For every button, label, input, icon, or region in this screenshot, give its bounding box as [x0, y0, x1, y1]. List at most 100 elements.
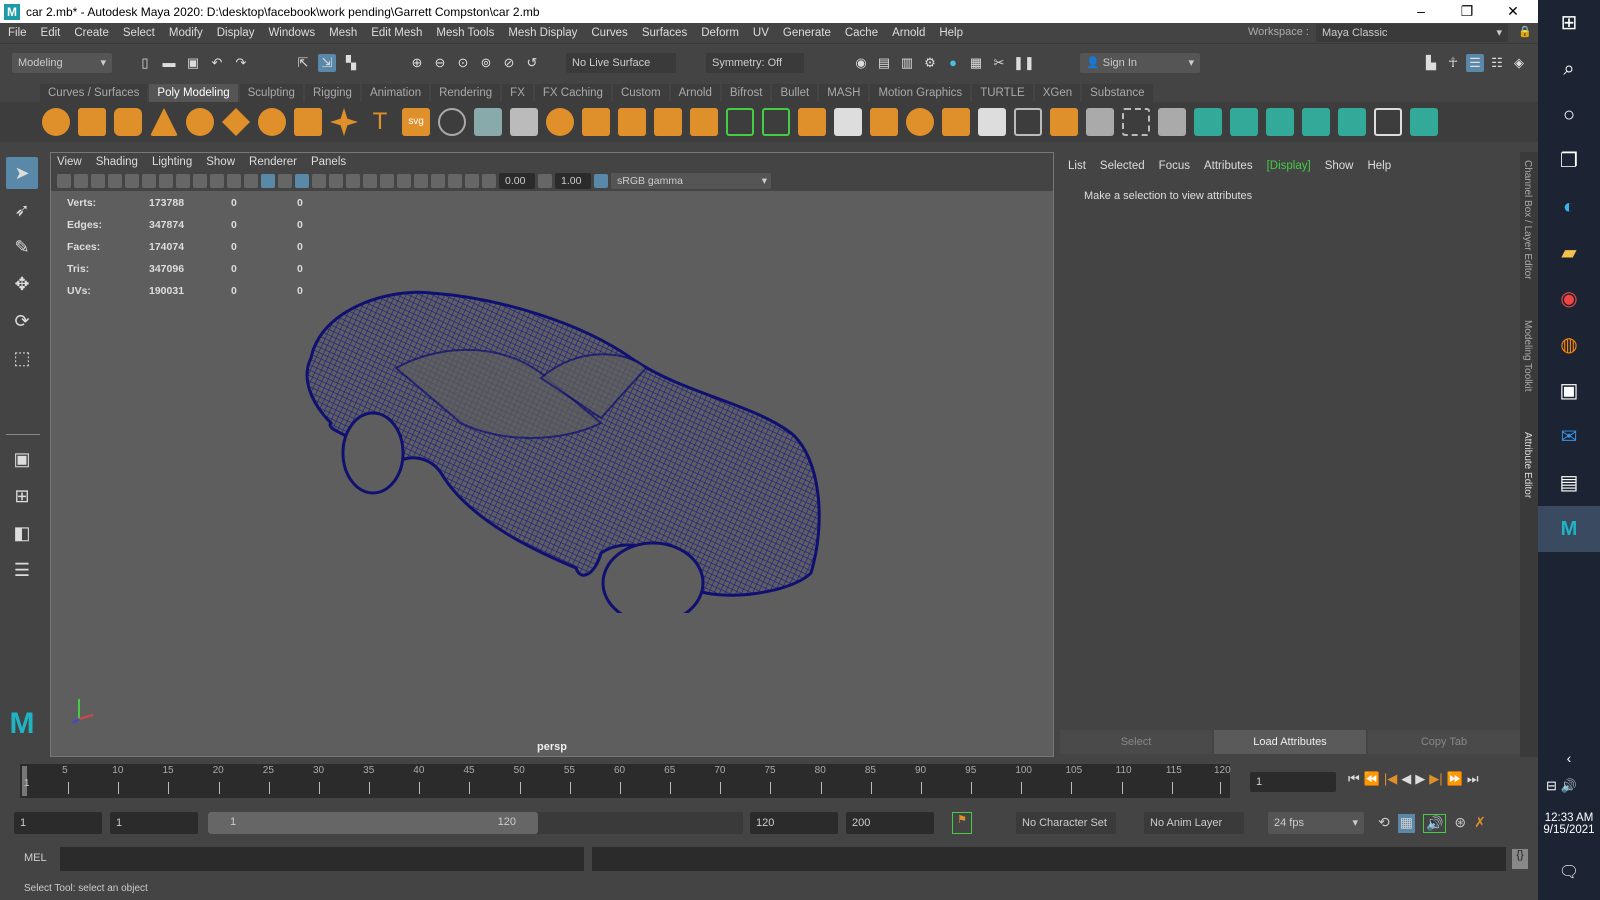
poly-cube-icon[interactable] — [78, 108, 106, 136]
uv-smooth-icon[interactable] — [1338, 108, 1366, 136]
snap-surface-icon[interactable]: ⊘ — [500, 54, 518, 72]
current-frame-field[interactable]: 1 — [1250, 772, 1336, 792]
poly-cylinder-icon[interactable] — [114, 108, 142, 136]
move-tool-icon[interactable]: ✥ — [6, 268, 38, 300]
menu-uv[interactable]: UV — [753, 27, 769, 39]
edge-icon[interactable]: ◐ — [1538, 184, 1600, 230]
menu-edit[interactable]: Edit — [41, 27, 61, 39]
uv-snapshot-icon[interactable] — [1374, 108, 1402, 136]
menu-help[interactable]: Help — [939, 27, 963, 39]
shelf-tab-bullet[interactable]: Bullet — [772, 84, 818, 102]
range-slider-handle[interactable]: 1 120 — [208, 812, 538, 834]
gamma-icon[interactable] — [538, 174, 552, 188]
menu-edit-mesh[interactable]: Edit Mesh — [371, 27, 422, 39]
modeling-toolkit-icon[interactable]: ▙ — [1422, 54, 1440, 72]
go-to-start-icon[interactable]: ⏮ — [1348, 771, 1360, 787]
planar-map-icon[interactable] — [1158, 108, 1186, 136]
menu-file[interactable]: File — [8, 27, 27, 39]
extrude-icon[interactable] — [618, 108, 646, 136]
sound-icon[interactable]: 🔊 — [1422, 814, 1447, 833]
cb-menu-display[interactable]: [Display] — [1267, 160, 1311, 172]
menu-surfaces[interactable]: Surfaces — [642, 27, 687, 39]
pause-icon[interactable]: ❚❚ — [1013, 54, 1035, 72]
step-back-key-icon[interactable]: ⏪ — [1364, 771, 1380, 787]
select-tool-icon[interactable]: ➤ — [6, 157, 38, 189]
firefox-icon[interactable]: ◍ — [1538, 322, 1600, 368]
bevel-icon[interactable] — [654, 108, 682, 136]
xray-joints-icon[interactable] — [448, 174, 462, 188]
combine-icon[interactable] — [438, 108, 466, 136]
smooth-shade-icon[interactable] — [261, 174, 275, 188]
uv-sew-icon[interactable] — [1302, 108, 1330, 136]
next-key-icon[interactable]: ▶| — [1429, 771, 1442, 787]
separate-icon[interactable] — [474, 108, 502, 136]
menu-modify[interactable]: Modify — [169, 27, 203, 39]
anim-layer-select[interactable]: No Anim Layer — [1144, 812, 1244, 834]
close-button[interactable]: ✕ — [1490, 0, 1536, 23]
xray-icon[interactable] — [431, 174, 445, 188]
shelf-tab-animation[interactable]: Animation — [361, 84, 430, 102]
fps-select[interactable]: 24 fps ▾ — [1268, 812, 1364, 834]
uv-layout-icon[interactable] — [1230, 108, 1258, 136]
insert-edge-loop-icon[interactable] — [870, 108, 898, 136]
menu-mesh-tools[interactable]: Mesh Tools — [436, 27, 494, 39]
save-scene-icon[interactable]: ▣ — [184, 54, 202, 72]
network-volume-icons[interactable]: ⊟ 🔊 — [1546, 778, 1577, 794]
snap-grid-icon[interactable]: ⊕ — [408, 54, 426, 72]
cb-menu-focus[interactable]: Focus — [1159, 160, 1190, 172]
menu-curves[interactable]: Curves — [591, 27, 627, 39]
channel-box-toggle-icon[interactable]: ☰ — [1466, 54, 1484, 72]
fill-hole-icon[interactable] — [726, 108, 754, 136]
menu-windows[interactable]: Windows — [268, 27, 315, 39]
bookmark-icon[interactable] — [91, 174, 105, 188]
store-icon[interactable]: ▣ — [1538, 368, 1600, 414]
backface-culling-icon[interactable] — [465, 174, 479, 188]
animation-start-field[interactable]: 1 — [14, 812, 102, 834]
grid-icon[interactable] — [125, 174, 139, 188]
shelf-tab-rigging[interactable]: Rigging — [304, 84, 360, 102]
snap-view-icon[interactable]: ⊚ — [477, 54, 495, 72]
default-material-icon[interactable] — [278, 174, 292, 188]
menu-mesh[interactable]: Mesh — [329, 27, 357, 39]
uv-cut-icon[interactable] — [1266, 108, 1294, 136]
file-explorer-icon[interactable]: ▰ — [1538, 230, 1600, 276]
select-button[interactable]: Select — [1060, 730, 1212, 754]
offset-edge-loop-icon[interactable] — [906, 108, 934, 136]
shelf-tab-bifrost[interactable]: Bifrost — [721, 84, 771, 102]
panel-menu-shading[interactable]: Shading — [96, 156, 138, 168]
shelf-tab-arnold[interactable]: Arnold — [670, 84, 720, 102]
copy-tab-button[interactable]: Copy Tab — [1368, 730, 1520, 754]
clock[interactable]: 12:33 AM 9/15/2021 — [1538, 812, 1600, 836]
camera-select-icon[interactable] — [57, 174, 71, 188]
shelf-tab-turtle[interactable]: TURTLE — [972, 84, 1033, 102]
poly-plane-icon[interactable] — [222, 108, 250, 136]
cb-menu-list[interactable]: List — [1068, 160, 1086, 172]
side-tab-attribute-editor[interactable]: Attribute Editor — [1522, 432, 1533, 498]
uv-toolkit-icon[interactable] — [1410, 108, 1438, 136]
append-polygon-icon[interactable] — [762, 108, 790, 136]
loop-icon[interactable]: ⟲ — [1378, 814, 1390, 833]
shelf-tab-fx-caching[interactable]: FX Caching — [534, 84, 611, 102]
playback-end-field[interactable]: 120 — [750, 812, 838, 834]
cache-playback-icon[interactable]: ▦ — [1397, 814, 1415, 833]
select-hierarchy-icon[interactable]: ⇱ — [294, 54, 312, 72]
svg-icon[interactable]: svg — [402, 108, 430, 136]
exposure-icon[interactable] — [482, 174, 496, 188]
center-pivot-icon[interactable] — [1014, 108, 1042, 136]
lasso-tool-icon[interactable]: ➶ — [6, 194, 38, 226]
smooth-icon[interactable] — [510, 108, 538, 136]
light-editor-icon[interactable]: ✂ — [990, 54, 1008, 72]
side-tab-modeling-toolkit[interactable]: Modeling Toolkit — [1522, 320, 1533, 392]
mail-icon[interactable]: ✉ — [1538, 414, 1600, 460]
notifications-icon[interactable]: 🗨 — [1538, 862, 1600, 882]
select-object-icon[interactable]: ⇲ — [318, 54, 336, 72]
color-management-icon[interactable] — [594, 174, 608, 188]
redo-icon[interactable]: ↷ — [232, 54, 250, 72]
show-hidden-icons[interactable]: ‹ — [1538, 750, 1600, 766]
menu-generate[interactable]: Generate — [783, 27, 831, 39]
quad-draw-icon[interactable] — [942, 108, 970, 136]
search-icon[interactable]: ⌕ — [1538, 46, 1600, 92]
shadows-icon[interactable] — [346, 174, 360, 188]
lock-icon[interactable]: 🔒 — [1518, 25, 1532, 38]
freeze-transform-icon[interactable] — [1050, 108, 1078, 136]
